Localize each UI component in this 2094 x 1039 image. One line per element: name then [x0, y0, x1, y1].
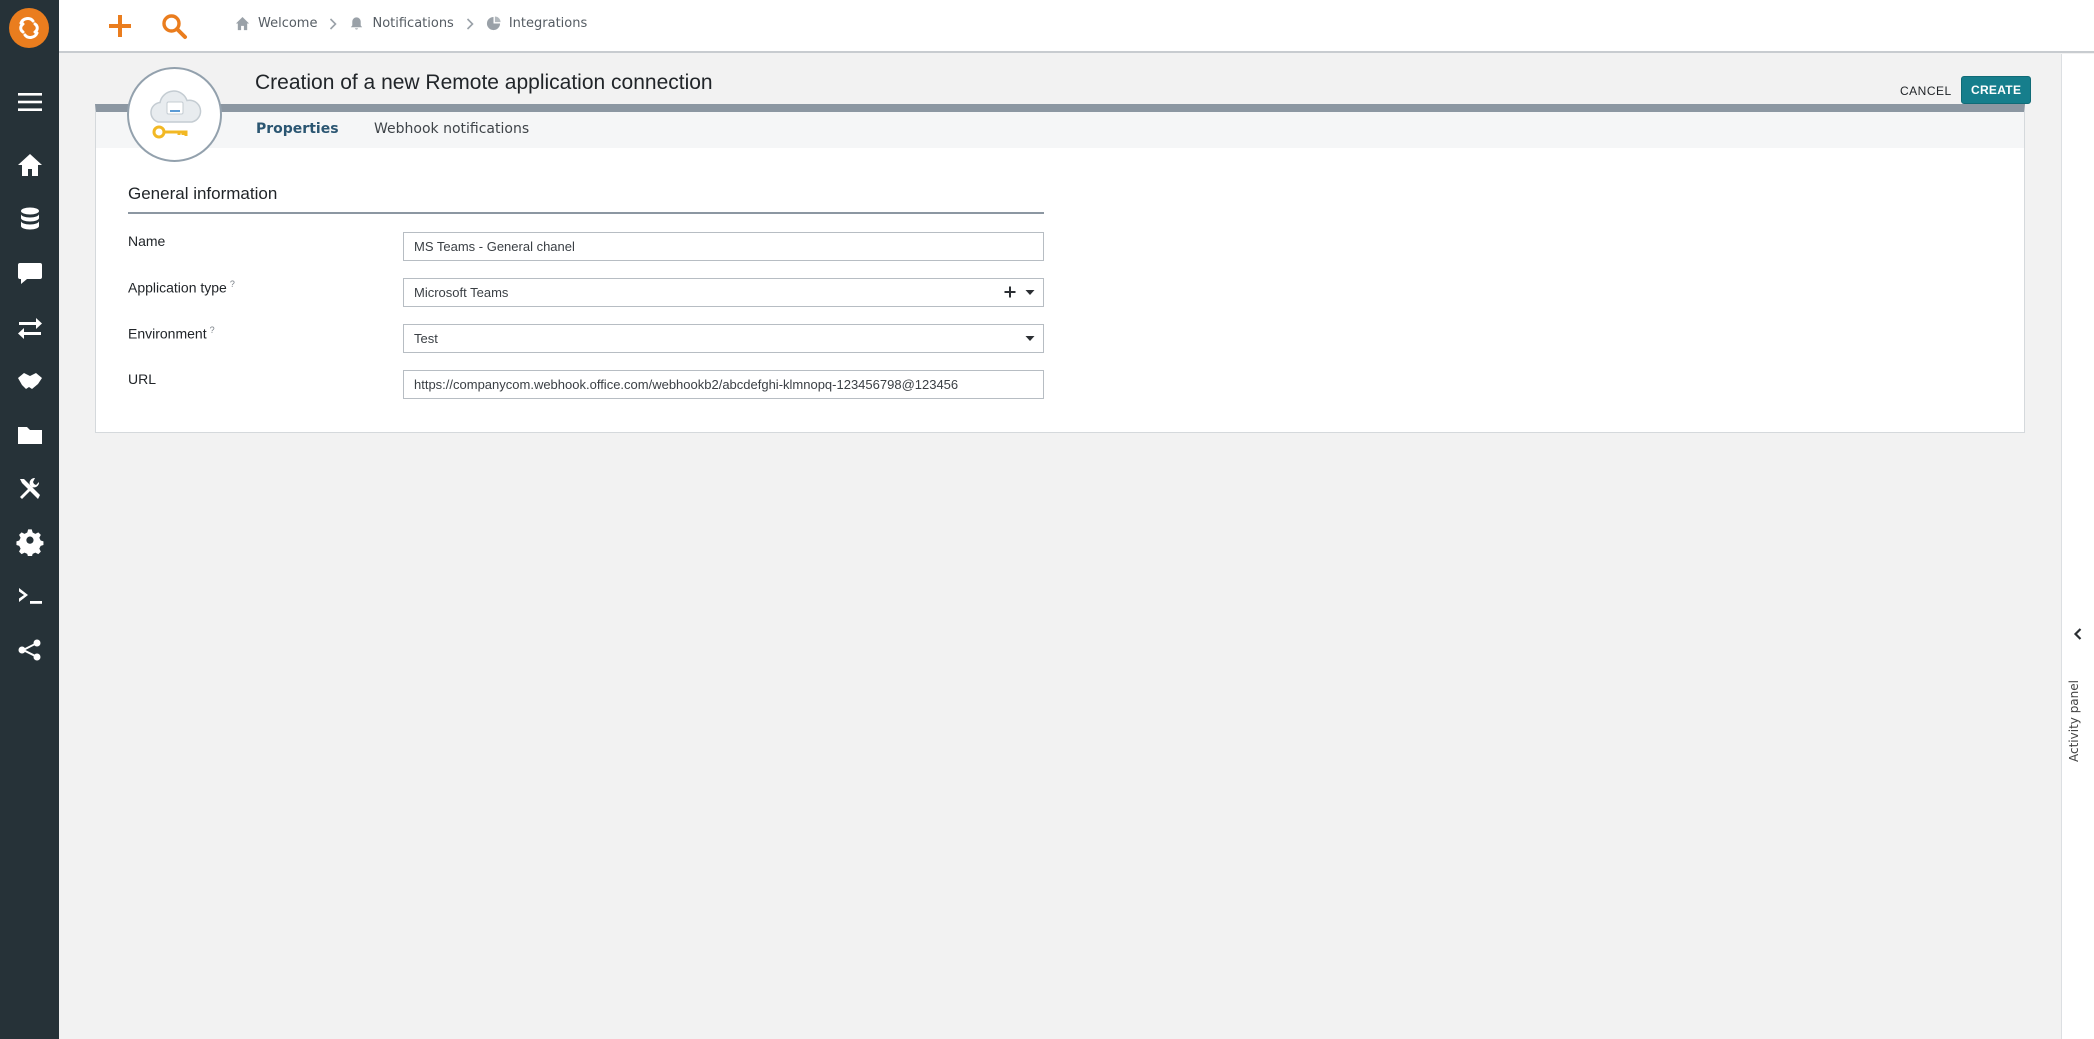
tab-bar: Properties Webhook notifications	[96, 112, 2024, 148]
section-divider	[128, 212, 1044, 214]
sidebar-item-handshake[interactable]	[0, 361, 59, 401]
page-title: Creation of a new Remote application con…	[255, 71, 713, 94]
chat-icon	[17, 263, 42, 284]
help-hint[interactable]: ?	[210, 325, 215, 335]
share-icon	[18, 639, 40, 661]
caret-down-icon[interactable]	[1023, 331, 1037, 345]
logo-icon	[10, 9, 48, 47]
breadcrumb-integrations[interactable]: Integrations	[486, 16, 587, 31]
terminal-icon	[18, 588, 42, 604]
top-bar: Welcome Notifications Integrations	[59, 0, 2094, 53]
left-sidebar	[0, 0, 59, 1039]
url-label: URL	[128, 371, 157, 387]
application-type-label: Application type?	[128, 279, 235, 296]
exchange-icon	[17, 318, 42, 339]
chevron-left-icon[interactable]	[2070, 626, 2086, 642]
bell-icon	[351, 17, 363, 30]
url-field[interactable]	[403, 370, 1044, 399]
breadcrumb-label: Integrations	[508, 16, 588, 31]
gear-icon	[15, 529, 43, 556]
tools-icon	[19, 477, 40, 499]
cancel-button[interactable]: CANCEL	[1894, 78, 1958, 104]
create-button[interactable]: CREATE	[1961, 76, 2032, 104]
selected-value: Test	[414, 331, 438, 346]
sidebar-item-home[interactable]	[0, 145, 59, 185]
tab-properties[interactable]: Properties	[256, 121, 339, 137]
breadcrumb-label: Welcome	[258, 16, 318, 31]
sidebar-item-tools[interactable]	[0, 469, 59, 509]
sidebar-item-database[interactable]	[0, 199, 59, 239]
caret-down-icon[interactable]	[1023, 285, 1037, 299]
properties-card: Properties Webhook notifications	[95, 104, 2025, 433]
sidebar-item-chat[interactable]	[0, 253, 59, 293]
sidebar-item-share[interactable]	[0, 630, 59, 670]
breadcrumb: Welcome Notifications Integrations	[235, 16, 587, 31]
name-label: Name	[128, 233, 166, 249]
plus-icon[interactable]	[1003, 285, 1017, 299]
database-icon	[20, 207, 39, 230]
breadcrumb-label: Notifications	[372, 16, 454, 31]
sidebar-item-terminal[interactable]	[0, 576, 59, 616]
breadcrumb-notifications[interactable]: Notifications	[349, 16, 454, 31]
add-button[interactable]	[102, 8, 138, 44]
folder-icon	[17, 427, 42, 444]
section-title: General information	[128, 184, 278, 203]
selected-value: Microsoft Teams	[414, 285, 509, 300]
environment-select[interactable]: Test	[403, 324, 1044, 353]
name-input[interactable]	[414, 239, 1033, 254]
select-controls	[1003, 285, 1037, 299]
home-icon	[235, 16, 250, 31]
tab-webhook-notifications[interactable]: Webhook notifications	[374, 121, 529, 137]
url-input[interactable]	[414, 377, 1033, 392]
cloud-key-icon	[149, 89, 201, 138]
sidebar-item-folder[interactable]	[0, 415, 59, 455]
menu-icon	[17, 93, 42, 111]
search-button[interactable]	[156, 8, 192, 44]
application-type-select[interactable]: Microsoft Teams	[403, 278, 1044, 307]
help-hint[interactable]: ?	[230, 279, 235, 289]
name-field[interactable]	[403, 232, 1044, 261]
home-icon	[17, 154, 42, 176]
select-controls	[1023, 331, 1037, 345]
environment-label: Environment?	[128, 325, 215, 342]
integrations-icon	[486, 16, 501, 31]
search-icon	[162, 14, 187, 39]
activity-panel[interactable]: Activity panel	[2061, 54, 2094, 1039]
sidebar-menu-toggle[interactable]	[0, 82, 59, 122]
object-avatar	[127, 67, 222, 162]
plus-icon	[109, 15, 131, 37]
chevron-right-icon	[329, 17, 338, 30]
sidebar-item-settings[interactable]	[0, 522, 59, 562]
activity-panel-label: Activity panel	[2067, 680, 2081, 762]
chevron-right-icon	[466, 17, 474, 30]
breadcrumb-welcome[interactable]: Welcome	[235, 16, 317, 31]
app-logo[interactable]	[9, 8, 49, 48]
sidebar-item-exchange[interactable]	[0, 307, 59, 347]
handshake-icon	[17, 373, 42, 389]
